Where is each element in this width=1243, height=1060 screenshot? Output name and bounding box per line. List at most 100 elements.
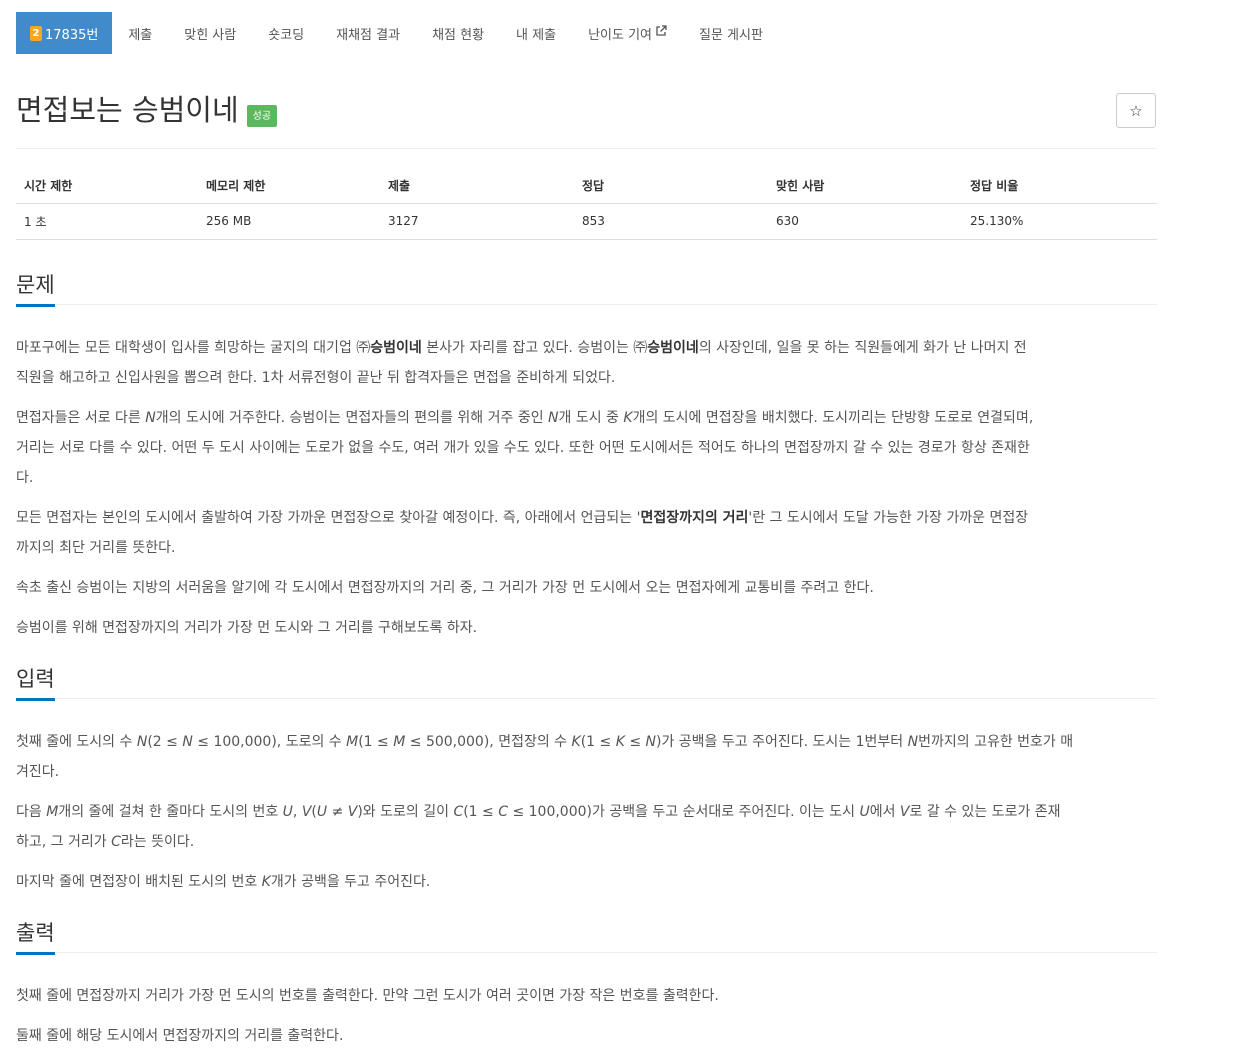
text-span: 개의 줄에 걸쳐 한 줄마다 도시의 번호	[58, 804, 283, 820]
math-var: M	[346, 734, 359, 750]
input-paragraph-2: 다음 M개의 줄에 걸쳐 한 줄마다 도시의 번호 U, V(U ≠ V)와 도…	[16, 797, 1157, 857]
math-var: C	[453, 804, 464, 820]
description-paragraph-3: 모든 면접자는 본인의 도시에서 출발하여 가장 가까운 면접장으로 찾아갈 예…	[16, 503, 1157, 563]
math-var: C	[498, 804, 508, 820]
text-span: ≠	[327, 804, 348, 820]
section-divider	[16, 698, 1157, 699]
tab-difficulty-contribution[interactable]: 난이도 기여	[572, 12, 683, 54]
input-heading: 입력	[16, 666, 55, 701]
output-section-header: 출력	[16, 920, 1157, 955]
math-var: K	[615, 734, 625, 750]
text-span: 라는 뜻이다.	[120, 834, 195, 850]
section-divider	[16, 304, 1157, 305]
cell-accepted: 853	[574, 203, 768, 240]
math-var: U	[316, 804, 328, 820]
title-divider	[16, 148, 1157, 149]
text-span: 개의 도시에 면접장을 배치했다. 도시끼리는 단방향 도로로 연결되며,	[632, 410, 1034, 426]
output-heading: 출력	[16, 920, 55, 955]
cell-time-limit: 1 초	[16, 203, 198, 240]
math-var: N	[548, 410, 559, 426]
section-divider	[16, 952, 1157, 953]
text-span: 모든 면접자는 본인의 도시에서 출발하여 가장 가까운 면접장으로 찾아갈 예…	[16, 510, 641, 526]
description-heading: 문제	[16, 272, 55, 307]
math-var: K	[571, 734, 581, 750]
cell-accept-ratio: 25.130%	[962, 203, 1157, 240]
problem-menu-tabs: 2 17835번 제출 맞힌 사람 숏코딩 재채점 결과 채점 현황 내 제출 …	[16, 12, 779, 54]
text-span: 다.	[16, 470, 34, 486]
tab-shortest-code[interactable]: 숏코딩	[252, 12, 320, 54]
description-paragraph-1: 마포구에는 모든 대학생이 입사를 희망하는 굴지의 대기업 ㈜승범이네 본사가…	[16, 333, 1157, 393]
tab-board[interactable]: 질문 게시판	[683, 12, 779, 54]
text-span: ≤ 500,000), 면접장의 수	[405, 734, 572, 750]
header-submissions: 제출	[380, 168, 574, 204]
table-header-row: 시간 제한 메모리 제한 제출 정답 맞힌 사람 정답 비율	[16, 168, 1157, 204]
tab-submit[interactable]: 제출	[112, 12, 168, 54]
math-var: N	[136, 734, 148, 750]
text-span: 본사가 자리를 잡고 있다. 승범이는 ㈜	[421, 340, 648, 356]
cell-memory-limit: 256 MB	[198, 203, 380, 240]
text-span: 겨진다.	[16, 764, 60, 780]
text-span: (1 ≤	[580, 734, 616, 750]
text-span: (1 ≤	[463, 804, 499, 820]
tab-my-submissions[interactable]: 내 제출	[500, 12, 572, 54]
description-paragraph-4: 속초 출신 승범이는 지방의 서러움을 알기에 각 도시에서 면접장까지의 거리…	[16, 580, 874, 596]
company-name: 승범이네	[370, 340, 422, 356]
tab-problem-label: 17835번	[45, 27, 99, 43]
external-link-icon	[655, 25, 667, 41]
tab-rejudge-result[interactable]: 재채점 결과	[320, 12, 416, 54]
text-span: ≤	[624, 734, 646, 750]
table-row: 1 초 256 MB 3127 853 630 25.130%	[16, 203, 1157, 240]
math-var: C	[111, 834, 121, 850]
problem-title-row: 면접보는 승범이네 성공	[16, 92, 278, 128]
header-accepted: 정답	[574, 168, 768, 204]
emphasis-term: 면접장까지의 거리	[640, 510, 749, 526]
status-badge: 성공	[246, 105, 278, 127]
header-memory-limit: 메모리 제한	[198, 168, 380, 204]
math-var: K	[261, 874, 271, 890]
header-time-limit: 시간 제한	[16, 168, 198, 204]
math-var: N	[145, 410, 156, 426]
text-span: 마포구에는 모든 대학생이 입사를 희망하는 굴지의 대기업 ㈜	[16, 340, 371, 356]
text-span: 다음	[16, 804, 47, 820]
text-span: 면접자들은 서로 다른	[16, 410, 146, 426]
math-var: V	[347, 804, 358, 820]
math-var: V	[301, 804, 312, 820]
text-span: 직원을 해고하고 신입사원을 뽑으려 한다. 1차 서류전형이 끝난 뒤 합격자…	[16, 370, 616, 386]
cell-solved-users: 630	[768, 203, 962, 240]
description-paragraph-5: 승범이를 위해 면접장까지의 거리가 가장 먼 도시와 그 거리를 구해보도록 …	[16, 620, 478, 636]
input-paragraph-1: 첫째 줄에 도시의 수 N(2 ≤ N ≤ 100,000), 도로의 수 M(…	[16, 727, 1157, 787]
tab-judge-status[interactable]: 채점 현황	[416, 12, 500, 54]
favorite-button[interactable]: ☆	[1116, 93, 1156, 128]
math-var: M	[46, 804, 59, 820]
text-span: 거리는 서로 다를 수 있다. 어떤 두 도시 사이에는 도로가 없을 수도, …	[16, 440, 1030, 456]
tier-badge-icon: 2	[30, 25, 42, 41]
text-span: 번까지의 고유한 번호가 매	[918, 734, 1074, 750]
header-accept-ratio: 정답 비율	[962, 168, 1157, 204]
text-span: (1 ≤	[358, 734, 394, 750]
tab-solved-users[interactable]: 맞힌 사람	[168, 12, 252, 54]
cell-submissions: 3127	[380, 203, 574, 240]
text-span: )가 공백을 두고 주어진다. 도시는 1번부터	[656, 734, 908, 750]
text-span: 개 도시 중	[558, 410, 624, 426]
text-span: '란 그 도시에서 도달 가능한 가장 가까운 면접장	[748, 510, 1029, 526]
text-span: 하고, 그 거리가	[16, 834, 112, 850]
tab-difficulty-label: 난이도 기여	[588, 27, 652, 43]
text-span: 첫째 줄에 도시의 수	[16, 734, 137, 750]
header-solved-users: 맞힌 사람	[768, 168, 962, 204]
text-span: 개가 공백을 두고 주어진다.	[270, 874, 431, 890]
text-span: ≤ 100,000), 도로의 수	[192, 734, 347, 750]
text-span: 로 갈 수 있는 도로가 존재	[909, 804, 1061, 820]
math-var: U	[859, 804, 870, 820]
text-span: 마지막 줄에 면접장이 배치된 도시의 번호	[16, 874, 262, 890]
input-paragraph-3: 마지막 줄에 면접장이 배치된 도시의 번호 K개가 공백을 두고 주어진다.	[16, 867, 1157, 897]
text-span: ,	[292, 804, 302, 820]
output-paragraph-1: 첫째 줄에 면접장까지 거리가 가장 먼 도시의 번호를 출력한다. 만약 그런…	[16, 988, 719, 1004]
input-section-header: 입력	[16, 666, 1157, 701]
math-var: N	[182, 734, 193, 750]
tab-problem[interactable]: 2 17835번	[16, 12, 113, 54]
page-title: 면접보는 승범이네	[16, 93, 239, 127]
output-paragraph-2: 둘째 줄에 해당 도시에서 면접장까지의 거리를 출력한다.	[16, 1028, 344, 1044]
math-var: N	[645, 734, 656, 750]
star-icon: ☆	[1129, 101, 1143, 120]
text-span: ≤ 100,000)가 공백을 두고 순서대로 주어진다. 이는 도시	[508, 804, 860, 820]
